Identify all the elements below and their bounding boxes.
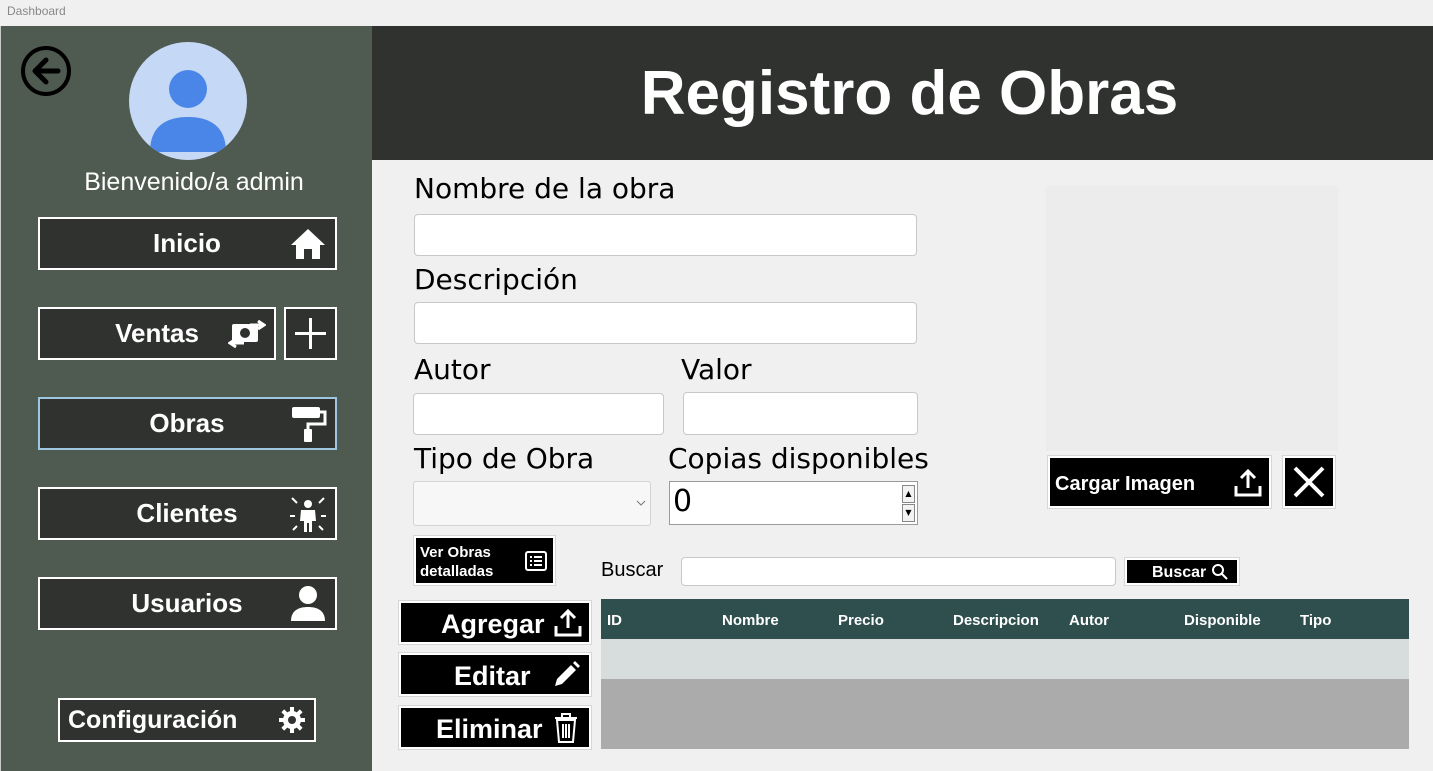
column-header-disponible[interactable]: Disponible [1184, 612, 1261, 629]
obras-table[interactable]: ID Nombre Precio Descripcion Autor Dispo… [601, 599, 1409, 749]
eliminar-label: Eliminar [436, 714, 543, 744]
copias-value: 0 [673, 484, 693, 519]
column-header-descripcion[interactable]: Descripcion [953, 612, 1039, 629]
stepper-down-button[interactable]: ▼ [902, 504, 915, 522]
table-row[interactable] [601, 639, 1409, 679]
agregar-label: Agregar [441, 609, 545, 639]
ver-obras-line1: Ver Obras [420, 544, 491, 561]
plus-icon [295, 318, 326, 349]
ver-obras-line2: detalladas [420, 563, 494, 580]
agregar-button[interactable]: Agregar [399, 601, 591, 644]
configuracion-label: Configuración [68, 706, 238, 734]
sidebar-item-obras[interactable]: Obras [38, 397, 337, 450]
ver-obras-detalladas-button[interactable]: Ver Obras detalladas [414, 536, 555, 585]
sidebar-item-usuarios[interactable]: Usuarios [38, 577, 337, 630]
editar-button[interactable]: Editar [399, 653, 591, 696]
trash-icon [555, 713, 577, 743]
gear-icon [279, 707, 305, 733]
search-input[interactable] [681, 557, 1116, 586]
column-header-tipo[interactable]: Tipo [1300, 612, 1331, 629]
valor-label: Valor [681, 353, 752, 386]
tipo-obra-select[interactable] [413, 481, 651, 526]
back-button[interactable] [20, 45, 72, 97]
autor-input[interactable] [413, 393, 664, 435]
stepper-up-button[interactable]: ▲ [902, 485, 915, 503]
configuracion-button[interactable]: Configuración [58, 698, 316, 742]
page-title: Registro de Obras [640, 59, 1179, 128]
image-preview [1046, 186, 1338, 451]
arrow-left-circle-icon [21, 46, 71, 96]
editar-label: Editar [454, 661, 531, 691]
sidebar-item-clientes[interactable]: Clientes [38, 487, 337, 540]
user-avatar-icon [150, 70, 226, 152]
table-header: ID Nombre Precio Descripcion Autor Dispo… [601, 599, 1409, 639]
cargar-imagen-label: Cargar Imagen [1055, 473, 1196, 495]
nombre-label: Nombre de la obra [414, 172, 676, 205]
upload-icon [554, 608, 582, 637]
cargar-imagen-button[interactable]: Cargar Imagen [1048, 456, 1271, 508]
pencil-icon [555, 661, 580, 686]
column-header-nombre[interactable]: Nombre [722, 612, 779, 629]
sidebar-item-ventas[interactable]: Ventas [38, 307, 276, 360]
column-header-precio[interactable]: Precio [838, 612, 884, 629]
person-rays-icon [290, 497, 326, 532]
eliminar-button[interactable]: Eliminar [399, 706, 591, 749]
home-icon [291, 229, 325, 259]
money-exchange-icon [228, 319, 266, 349]
nombre-input[interactable] [414, 214, 917, 256]
autor-label: Autor [414, 353, 491, 386]
descripcion-label: Descripción [414, 263, 578, 296]
sidebar: Bienvenido/a admin Inicio Ventas Obras C… [0, 26, 372, 771]
list-icon [525, 551, 547, 571]
search-button-label: Buscar [1152, 564, 1207, 581]
user-icon [291, 586, 325, 621]
column-header-id[interactable]: ID [607, 612, 622, 629]
copias-label: Copias disponibles [668, 442, 929, 475]
welcome-text: Bienvenido/a admin [84, 168, 304, 196]
close-icon [1293, 466, 1325, 498]
remove-image-button[interactable] [1283, 456, 1335, 508]
search-button[interactable]: Buscar [1125, 558, 1239, 585]
avatar [129, 42, 247, 160]
add-venta-button[interactable] [284, 307, 337, 360]
buscar-label: Buscar [601, 559, 664, 581]
upload-icon [1234, 468, 1262, 497]
tipo-obra-label: Tipo de Obra [414, 442, 595, 475]
copias-stepper[interactable]: 0 ▲ ▼ [669, 481, 918, 525]
chevron-down-icon [636, 500, 646, 506]
valor-input[interactable] [683, 392, 918, 435]
header: Registro de Obras [372, 26, 1433, 160]
window-title: Dashboard [0, 0, 1433, 26]
column-header-autor[interactable]: Autor [1069, 612, 1109, 629]
paint-roller-icon [292, 407, 327, 442]
search-icon [1212, 564, 1228, 580]
descripcion-input[interactable] [414, 302, 917, 344]
sidebar-item-inicio[interactable]: Inicio [38, 217, 337, 270]
